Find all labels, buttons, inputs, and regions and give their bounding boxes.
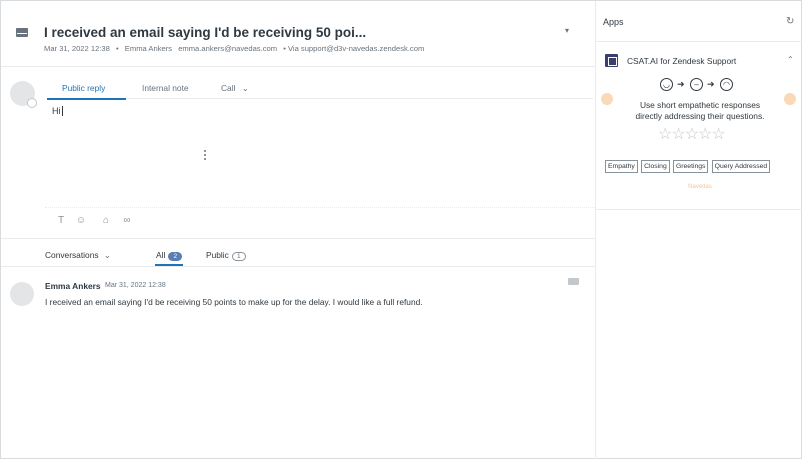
ticket-meta: Mar 31, 2022 12:38 • Emma Ankers emma.an… <box>44 44 428 53</box>
filter-public[interactable]: Public 1 <box>206 250 246 261</box>
apps-panel: Apps ↻ CSAT.AI for Zendesk Support ⌃ ◡ ➜… <box>595 1 802 459</box>
reply-text: Hi <box>52 106 61 116</box>
brand-name: Navedas <box>688 184 712 190</box>
ticket-requester-email: emma.ankers@navedas.com <box>178 44 278 53</box>
refresh-icon[interactable]: ↻ <box>786 16 794 27</box>
ticket-via: • Via support@d3v-navedas.zendesk.com <box>283 44 425 53</box>
email-icon[interactable] <box>568 278 579 285</box>
composer-tabs: Public reply Internal note Call ⌄ <box>47 77 593 100</box>
message-author[interactable]: Emma Ankers <box>45 281 101 291</box>
filter-all[interactable]: All 2 <box>156 250 183 261</box>
agent-avatar <box>10 81 37 108</box>
arrow-right-icon: ➜ <box>707 79 715 89</box>
filter-public-label: Public <box>206 250 229 260</box>
neutral-face-icon: – <box>690 78 703 91</box>
ticket-subject: I received an email saying I'd be receiv… <box>44 25 367 40</box>
email-channel-icon <box>16 28 28 37</box>
message-body: I received an email saying I'd be receiv… <box>45 297 423 307</box>
star-icon[interactable]: ☆ <box>671 127 685 143</box>
caret-down-icon[interactable]: ▾ <box>565 26 569 35</box>
drag-handle-icon[interactable] <box>204 150 206 160</box>
chevron-down-icon: ⌄ <box>241 83 249 93</box>
composer-toolbar: T ☺ ⌂ ∞ <box>45 207 595 233</box>
tab-internal-note[interactable]: Internal note <box>142 83 189 93</box>
attachment-icon[interactable]: ⌂ <box>100 215 112 227</box>
emoji-icon[interactable]: ☺ <box>75 215 87 227</box>
quality-tags: Empathy Closing Greetings Query Addresse… <box>605 160 800 174</box>
filter-all-label: All <box>156 250 166 260</box>
reply-text-area[interactable]: Hi <box>52 106 63 116</box>
csat-app-card: CSAT.AI for Zendesk Support ⌃ ◡ ➜ – ➜ ◠ … <box>596 42 802 210</box>
app-name: CSAT.AI for Zendesk Support <box>627 56 737 66</box>
app-frame: I received an email saying I'd be receiv… <box>0 0 802 459</box>
text-format-icon[interactable]: T <box>55 215 67 227</box>
filter-all-count: 2 <box>168 252 183 261</box>
ticket-datetime: Mar 31, 2022 12:38 <box>44 44 110 53</box>
chevron-down-icon: ⌄ <box>103 250 111 260</box>
chevron-up-icon[interactable]: ⌃ <box>787 55 794 64</box>
active-filter-indicator <box>155 264 183 266</box>
link-icon[interactable]: ∞ <box>121 215 133 227</box>
conversations-bar: Conversations ⌄ All 2 Public 1 <box>1 239 595 267</box>
star-icon[interactable]: ☆ <box>698 127 712 143</box>
csat-logo <box>605 54 618 67</box>
meta-separator: • <box>116 44 119 53</box>
suggestion-text: Use short empathetic responses directly … <box>596 100 802 122</box>
tag-greetings[interactable]: Greetings <box>672 160 709 173</box>
happy-face-icon: ◡ <box>660 78 673 91</box>
ticket-header: I received an email saying I'd be receiv… <box>1 1 595 67</box>
filter-public-count: 1 <box>231 252 246 261</box>
suggestion-line-1: Use short empathetic responses <box>639 100 761 110</box>
star-icon[interactable]: ☆ <box>685 127 699 143</box>
tag-closing[interactable]: Closing <box>641 160 670 173</box>
message-time: Mar 31, 2022 12:38 <box>105 282 166 289</box>
rating-stars: ☆☆☆☆☆ <box>658 127 748 143</box>
tab-call-label: Call <box>221 83 236 93</box>
tag-empathy[interactable]: Empathy <box>605 160 638 173</box>
star-icon[interactable]: ☆ <box>658 127 672 143</box>
suggestion-line-2: directly addressing their questions. <box>635 111 765 121</box>
tab-public-reply[interactable]: Public reply <box>62 83 105 93</box>
conversation-message: Emma Ankers Mar 31, 2022 12:38 I receive… <box>1 268 595 328</box>
star-icon[interactable]: ☆ <box>711 127 725 143</box>
tag-query-addressed[interactable]: Query Addressed <box>711 160 771 173</box>
reply-composer: Public reply Internal note Call ⌄ Hi T ☺… <box>1 67 595 239</box>
tab-call[interactable]: Call ⌄ <box>221 83 249 93</box>
brand-logo: Navedas <box>596 184 802 190</box>
sad-face-icon: ◠ <box>720 78 733 91</box>
active-tab-indicator <box>47 98 126 100</box>
conversations-label: Conversations <box>45 250 99 260</box>
arrow-right-icon: ➜ <box>677 79 685 89</box>
ticket-requester[interactable]: Emma Ankers <box>125 44 172 53</box>
avatar <box>10 282 34 306</box>
ticket-pane: I received an email saying I'd be receiv… <box>1 1 595 459</box>
sentiment-scale: ◡ ➜ – ➜ ◠ <box>660 78 750 94</box>
conversations-dropdown[interactable]: Conversations ⌄ <box>45 250 111 260</box>
apps-title: Apps <box>603 17 624 27</box>
